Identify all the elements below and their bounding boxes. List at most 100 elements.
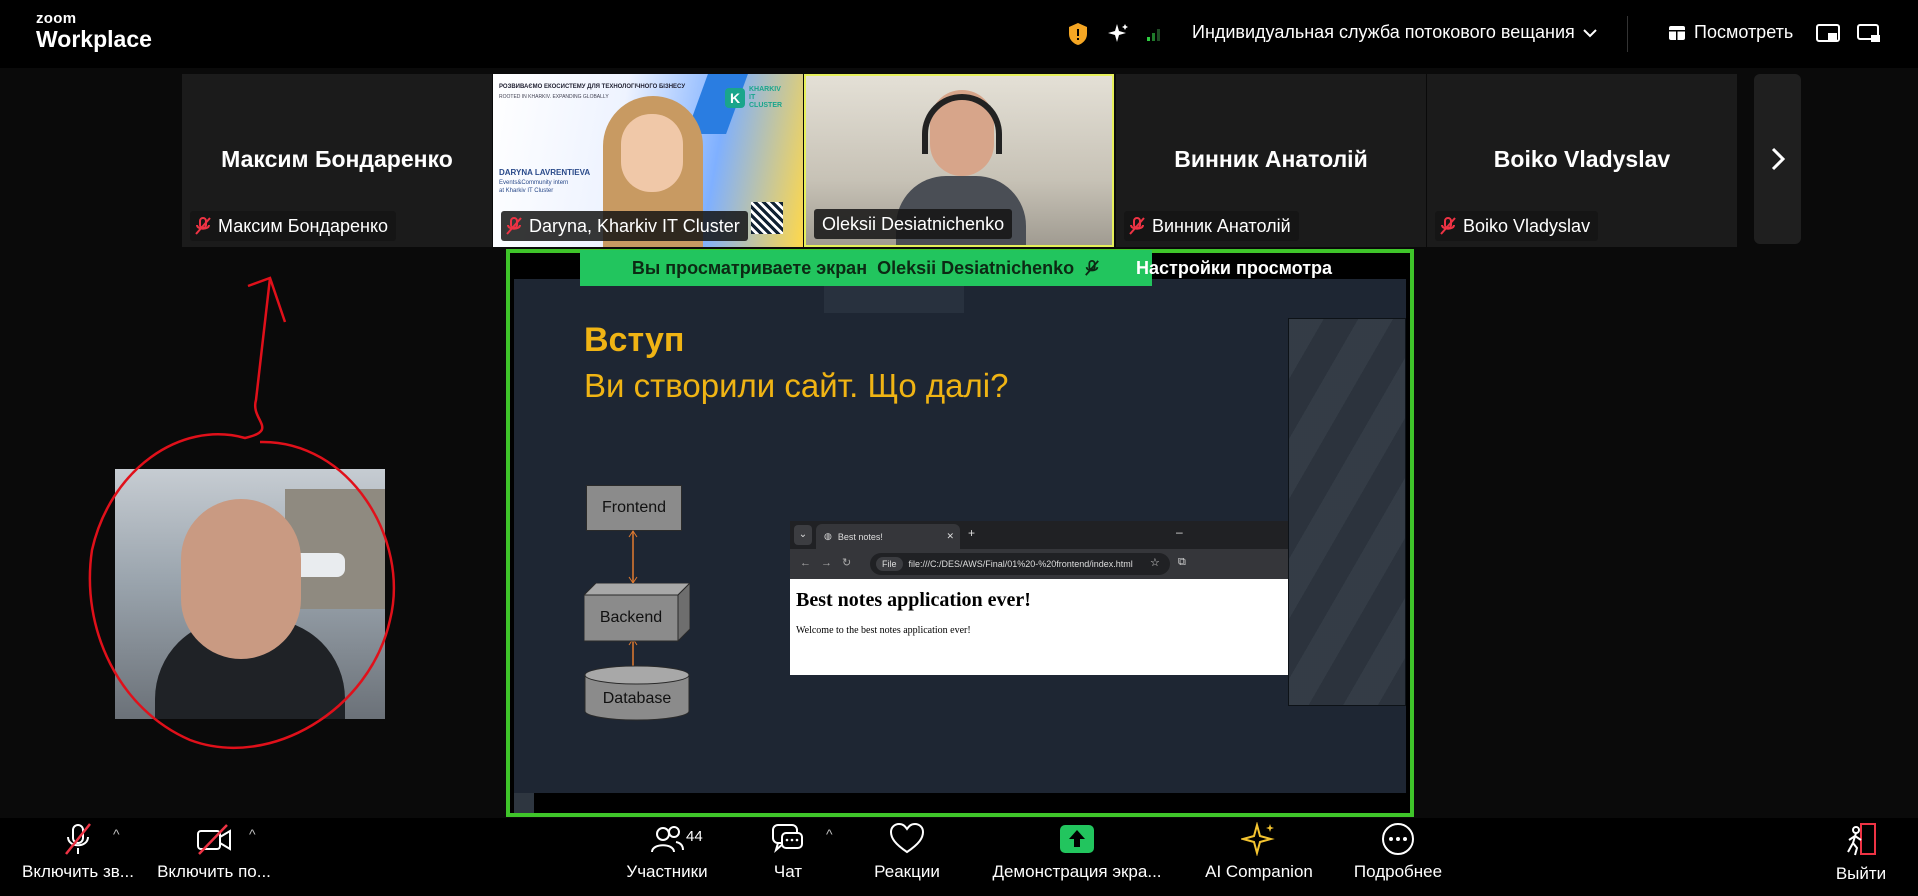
unmute-label: Включить зв... bbox=[22, 862, 134, 881]
participant-tile-oleksii-active-speaker[interactable]: Oleksii Desiatnichenko bbox=[804, 74, 1114, 247]
daryna-slide-name: DARYNA LAVRENTIEVA bbox=[499, 168, 591, 177]
participant-label: Максим Бондаренко bbox=[218, 215, 389, 236]
browser-nav-icons: ←→↻ bbox=[800, 557, 862, 569]
video-options-caret-icon[interactable]: ^ bbox=[249, 826, 256, 842]
heart-icon bbox=[889, 822, 925, 854]
audio-options-caret-icon[interactable]: ^ bbox=[113, 826, 120, 842]
share-screen-button[interactable]: Демонстрация экра... bbox=[984, 822, 1170, 882]
mic-muted-icon bbox=[65, 823, 91, 855]
participant-name-tag: Винник Анатолій bbox=[1124, 211, 1299, 241]
ai-sparkle-icon bbox=[1241, 822, 1275, 856]
more-label: Подробнее bbox=[1353, 862, 1443, 881]
connection-signal-icon[interactable] bbox=[1142, 22, 1166, 46]
chat-icon bbox=[772, 824, 803, 853]
slide-subheading: Ви створили сайт. Що далі? bbox=[584, 367, 1009, 404]
red-annotation-drawing bbox=[88, 276, 396, 750]
leave-button[interactable]: Выйти bbox=[1826, 822, 1896, 884]
sparkle-icon[interactable] bbox=[1106, 22, 1130, 46]
participant-tile[interactable]: Винник Анатолій Винник Анатолій bbox=[1116, 74, 1426, 247]
star-icon: ☆ bbox=[1150, 557, 1160, 569]
participant-name-title: Винник Анатолій bbox=[1174, 146, 1368, 172]
leave-label: Выйти bbox=[1835, 864, 1887, 883]
globe-icon: ◍ bbox=[824, 531, 832, 541]
start-video-label: Включить по... bbox=[157, 862, 271, 881]
diagram-frontend-box: Frontend bbox=[586, 485, 682, 531]
minimize-window-icon[interactable] bbox=[1857, 22, 1881, 46]
start-video-button[interactable]: Включить по... bbox=[152, 822, 276, 882]
share-banner-name: Oleksii Desiatnichenko bbox=[877, 257, 1075, 278]
mic-muted-icon bbox=[506, 217, 522, 235]
url-text: file:///C:/DES/AWS/Final/01%20-%20fronte… bbox=[908, 559, 1133, 569]
kharkiv-it-cluster-logo: K KHARKIV IT CLUSTER bbox=[725, 86, 787, 110]
more-dots-icon bbox=[1382, 823, 1414, 855]
participant-label: Daryna, Kharkiv IT Cluster bbox=[529, 215, 740, 236]
workplace-logo-text: Workplace bbox=[36, 26, 152, 52]
topbar-divider bbox=[1627, 16, 1628, 52]
view-label: Посмотреть bbox=[1694, 22, 1794, 42]
zoom-logo-text: zoom bbox=[36, 10, 77, 27]
leave-door-icon bbox=[1847, 823, 1876, 856]
grid-view-icon bbox=[1669, 25, 1685, 40]
view-options-button[interactable]: Настройки просмотра bbox=[1136, 250, 1332, 286]
mic-muted-icon bbox=[195, 217, 211, 235]
share-screen-icon bbox=[1060, 825, 1094, 853]
kharkiv-it-cluster-brand: KHARKIV IT CLUSTER bbox=[749, 86, 783, 109]
participant-name-tag: Максим Бондаренко bbox=[190, 211, 397, 241]
daryna-slide-role2: at Kharkiv IT Cluster bbox=[499, 188, 554, 194]
minimize-icon: – bbox=[1176, 525, 1183, 539]
streaming-service-dropdown[interactable]: Индивидуальная служба потокового вещания bbox=[1192, 22, 1597, 43]
chat-button[interactable]: Чат bbox=[758, 822, 818, 882]
ai-companion-button[interactable]: AI Companion bbox=[1198, 822, 1320, 882]
video-off-icon bbox=[197, 824, 231, 855]
meeting-controls-bar bbox=[0, 818, 1918, 896]
daryna-slide-role1: Events&Community intern bbox=[499, 180, 569, 186]
streaming-service-label: Индивидуальная служба потокового вещания bbox=[1192, 22, 1575, 42]
participant-label: Boiko Vladyslav bbox=[1463, 215, 1591, 236]
participant-tile[interactable]: Максим Бондаренко Максим Бондаренко bbox=[182, 74, 492, 247]
page-heading: Best notes application ever! bbox=[796, 589, 1031, 611]
new-tab-icon: + bbox=[968, 526, 976, 540]
slide-corner-thumbnail bbox=[514, 793, 534, 813]
daryna-slide-subheader: ROOTED IN KHARKIV. EXPANDING GLOBALLY bbox=[499, 94, 609, 100]
participant-label: Oleksii Desiatnichenko bbox=[822, 213, 1005, 234]
diagram-backend-label: Backend bbox=[599, 609, 663, 626]
participant-label: Винник Анатолій bbox=[1152, 215, 1291, 236]
participant-name-tag: Daryna, Kharkiv IT Cluster bbox=[501, 211, 748, 241]
qr-code-icon bbox=[751, 202, 783, 234]
share-banner-prefix: Вы просматриваете экран bbox=[631, 257, 868, 278]
picture-in-picture-icon[interactable] bbox=[1816, 22, 1840, 46]
chat-label: Чат bbox=[773, 862, 803, 881]
browser-tab-title: Best notes! bbox=[837, 531, 883, 542]
participants-label: Участники bbox=[626, 862, 708, 881]
page-text: Welcome to the best notes application ev… bbox=[796, 625, 971, 636]
diagram-database-label: Database bbox=[602, 690, 672, 707]
participant-name-tag: Oleksii Desiatnichenko bbox=[814, 209, 1013, 239]
slide-heading: Вступ bbox=[584, 321, 685, 359]
tab-list-icon: ⌄ bbox=[794, 525, 812, 545]
security-shield-icon[interactable] bbox=[1066, 22, 1090, 46]
person-face bbox=[621, 114, 683, 192]
next-page-button[interactable] bbox=[1754, 74, 1801, 244]
participants-count: 44 bbox=[686, 828, 703, 845]
url-field: File file:///C:/DES/AWS/Final/01%20-%20f… bbox=[870, 553, 1170, 575]
participant-tile-daryna[interactable]: РОЗВИВАЄМО ЕКОСИСТЕМУ ДЛЯ ТЕХНОЛОГІЧНОГО… bbox=[493, 74, 803, 247]
mic-muted-icon bbox=[1085, 260, 1100, 276]
slide-side-panel bbox=[1288, 318, 1406, 706]
more-button[interactable]: Подробнее bbox=[1348, 822, 1448, 882]
chevron-down-icon bbox=[1583, 28, 1597, 37]
top-bar bbox=[0, 0, 1918, 68]
file-chip: File bbox=[876, 557, 903, 571]
mic-muted-icon bbox=[1129, 217, 1145, 235]
browser-tab: ◍ Best notes! ✕ bbox=[816, 524, 960, 549]
ai-companion-label: AI Companion bbox=[1205, 862, 1313, 881]
browser-screenshot: ⌄ ◍ Best notes! ✕ + – ←→↻ File file:///C… bbox=[790, 521, 1296, 675]
shared-screen-frame[interactable]: Вступ Ви створили сайт. Що далі? Fronten… bbox=[506, 249, 1414, 817]
extensions-icon: ⧉ bbox=[1178, 556, 1186, 568]
browser-address-bar: ←→↻ File file:///C:/DES/AWS/Final/01%20-… bbox=[790, 549, 1296, 579]
participant-tile[interactable]: Boiko Vladyslav Boiko Vladyslav bbox=[1427, 74, 1737, 247]
view-button[interactable]: Посмотреть bbox=[1668, 22, 1793, 43]
chevron-right-icon bbox=[1771, 147, 1785, 171]
chat-options-caret-icon[interactable]: ^ bbox=[826, 826, 833, 842]
reactions-button[interactable]: Реакции bbox=[862, 822, 952, 882]
unmute-button[interactable]: Включить зв... bbox=[16, 822, 140, 882]
